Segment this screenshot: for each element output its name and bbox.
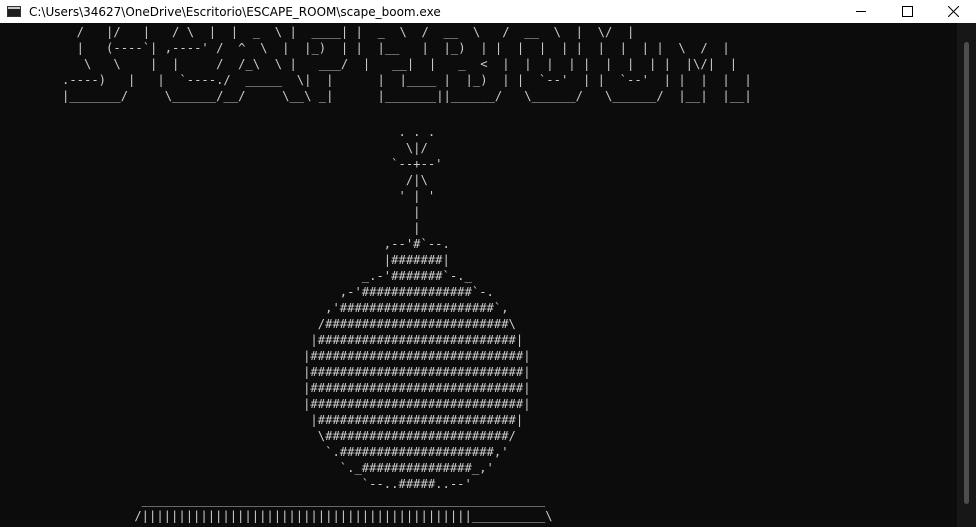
maximize-button[interactable] [884,0,930,23]
bomb-line: ________________________________________… [127,493,546,507]
bomb-line: `._###############_,' [127,461,494,475]
escape-boom-banner: / |/ | / \ | | _ \ | ____| | _ \ / __ \ … [62,24,752,104]
bomb-line: |#############################| [127,365,531,379]
bomb-line: /#########################\ [127,317,516,331]
bomb-line: |#############################| [127,381,531,395]
bomb-line: ,'#####################`, [127,301,509,315]
bomb-line: \|/ [127,141,428,155]
minimize-button[interactable] [838,0,884,23]
bomb-line: /|\ [127,173,428,187]
bomb-line: `.#####################,' [127,445,509,459]
bomb-line: /|||||||||||||||||||||||||||||||||||||||… [127,509,553,523]
bomb-line: . . . [127,125,436,139]
banner-line: | (----`| ,----' / ^ \ | |_) | | |__ | |… [62,41,730,55]
bomb-line: `--+--' [127,157,443,171]
bomb-line: |###########################| [127,333,524,347]
bomb-line: _.-'#######`-._ [127,269,472,283]
minimize-icon [855,11,866,12]
banner-line: |_______/ \______/__/ \__\ _| |_______||… [62,89,752,103]
bomb-line: `--..#####..--' [127,477,472,491]
bomb-line: | [127,205,421,219]
banner-line: \ \ | | / /_\ \ | ___/ | __| | _ < | | |… [62,57,738,71]
close-icon [947,6,959,17]
scrollbar-thumb[interactable] [964,42,969,504]
bomb-line: | [127,221,421,235]
bomb-line: ' | ' [127,189,436,203]
maximize-icon [901,6,913,17]
window-title: C:\Users\34627\OneDrive\Escritorio\ESCAP… [29,4,441,19]
bomb-line: |###########################| [127,413,524,427]
title-bar[interactable]: C:\Users\34627\OneDrive\Escritorio\ESCAP… [0,0,976,23]
banner-line: .----) | | `----./ _____ \| | | |____ | … [62,73,752,87]
console-window: C:\Users\34627\OneDrive\Escritorio\ESCAP… [0,0,976,527]
console-app-icon [7,6,21,17]
bomb-line: |#############################| [127,349,531,363]
bomb-line: \#########################/ [127,429,516,443]
bomb-line: |#############################| [127,397,531,411]
window-controls [838,0,976,23]
bomb-line: ,-'###############`-. [127,285,494,299]
vertical-scrollbar[interactable] [957,23,976,527]
close-button[interactable] [930,0,976,23]
console-output[interactable]: / |/ | / \ | | _ \ | ____| | _ \ / __ \ … [0,23,957,527]
bomb-line: |#######| [127,253,450,267]
banner-line: / |/ | / \ | | _ \ | ____| | _ \ / __ \ … [62,25,635,39]
bomb-line: ,--'#`--. [127,237,450,251]
bomb-ascii-art: . . . \|/ `--+--' /|\ ' | ' | | ,--'#`--… [127,124,553,524]
